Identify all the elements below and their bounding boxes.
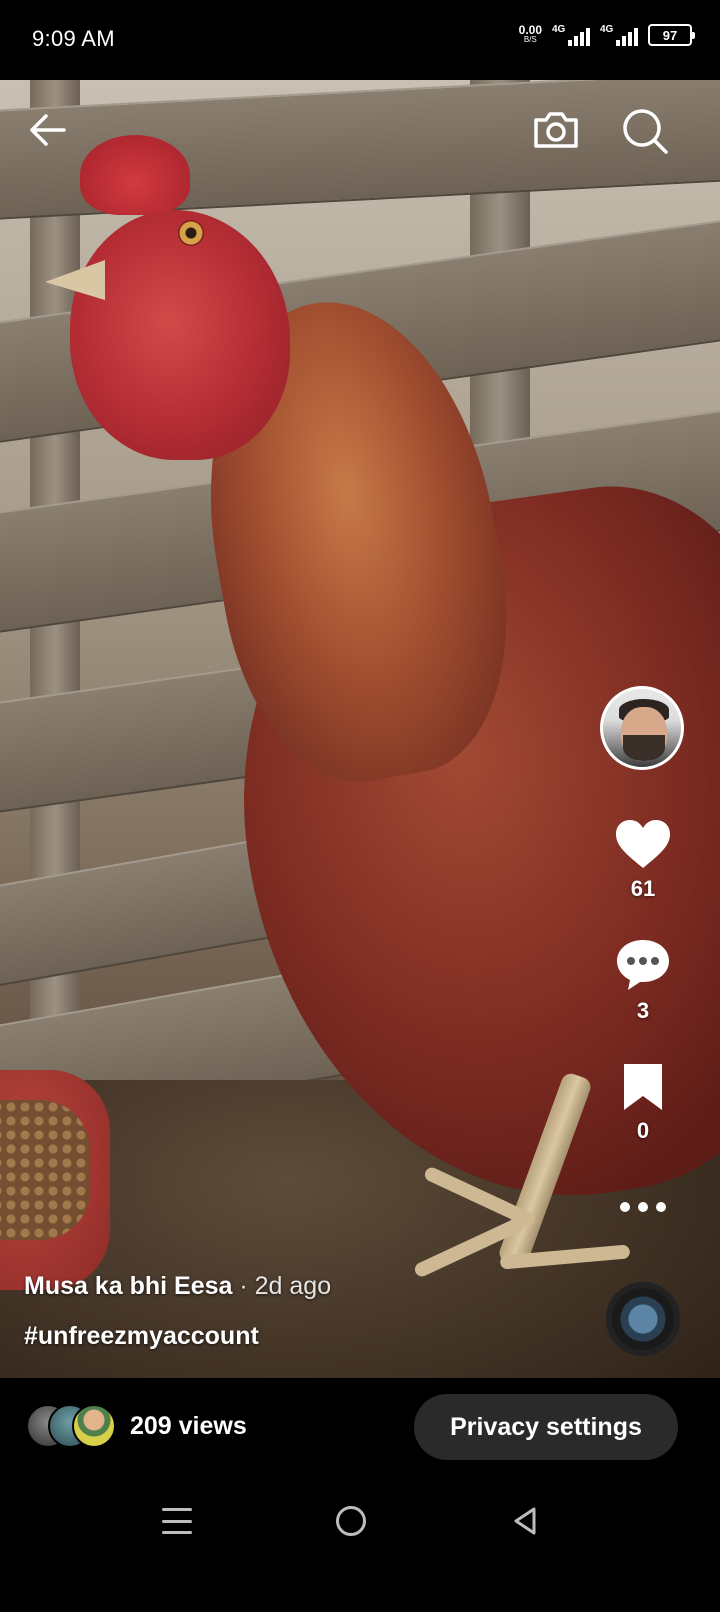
recent-apps-icon[interactable] [162,1508,192,1534]
bottom-bar: 209 views Privacy settings [0,1378,720,1478]
privacy-settings-button[interactable]: Privacy settings [414,1394,678,1460]
like-count: 61 [630,876,656,901]
camera-button[interactable] [530,106,582,154]
status-bar: 9:09 AM 0.00 B/S 4G 4G 97 [0,0,720,80]
rooster-eye [178,220,204,246]
username[interactable]: Musa ka bhi Eesa [24,1272,232,1300]
back-triangle-icon[interactable] [510,1506,540,1536]
signal-icon: 4G [600,24,638,46]
like-button[interactable]: 61 [600,818,686,902]
network-speed: 0.00 B/S [518,23,542,44]
more-options-icon[interactable] [620,1198,666,1216]
views-count[interactable]: 209 views [130,1412,247,1441]
search-button[interactable] [618,104,672,158]
home-icon[interactable] [336,1506,366,1536]
status-time: 9:09 AM [32,26,115,51]
bowl-food [0,1100,90,1240]
rooster-head [70,210,290,460]
comment-button[interactable]: 3 [600,938,686,1024]
signal-icon: 4G [552,24,590,46]
rooster-comb [80,135,190,215]
creator-avatar[interactable] [600,686,684,770]
heart-icon [616,820,670,868]
caption-hashtag[interactable]: #unfreezmyaccount [24,1322,259,1351]
search-icon [623,109,668,154]
battery-icon: 97 [648,24,695,46]
comment-count: 3 [636,998,650,1023]
caption-username[interactable]: Musa ka bhi Eesa · 2d ago [24,1272,331,1301]
music-disc-icon[interactable] [606,1282,680,1356]
save-count: 0 [636,1118,650,1143]
system-nav-bar [0,1478,720,1612]
battery-level: 97 [662,27,678,43]
comment-icon [617,940,669,990]
viewer-avatars[interactable] [26,1404,116,1450]
arrow-left-icon [30,114,66,146]
save-button[interactable]: 0 [600,1062,686,1144]
status-indicators: 0.00 B/S 4G 4G 97 [518,23,695,46]
camera-icon [534,112,578,148]
back-button[interactable] [24,106,72,154]
post-time: · 2d ago [232,1272,332,1300]
viewer-avatar [72,1404,116,1448]
rooster-beak [45,260,105,300]
bookmark-icon [624,1064,662,1110]
